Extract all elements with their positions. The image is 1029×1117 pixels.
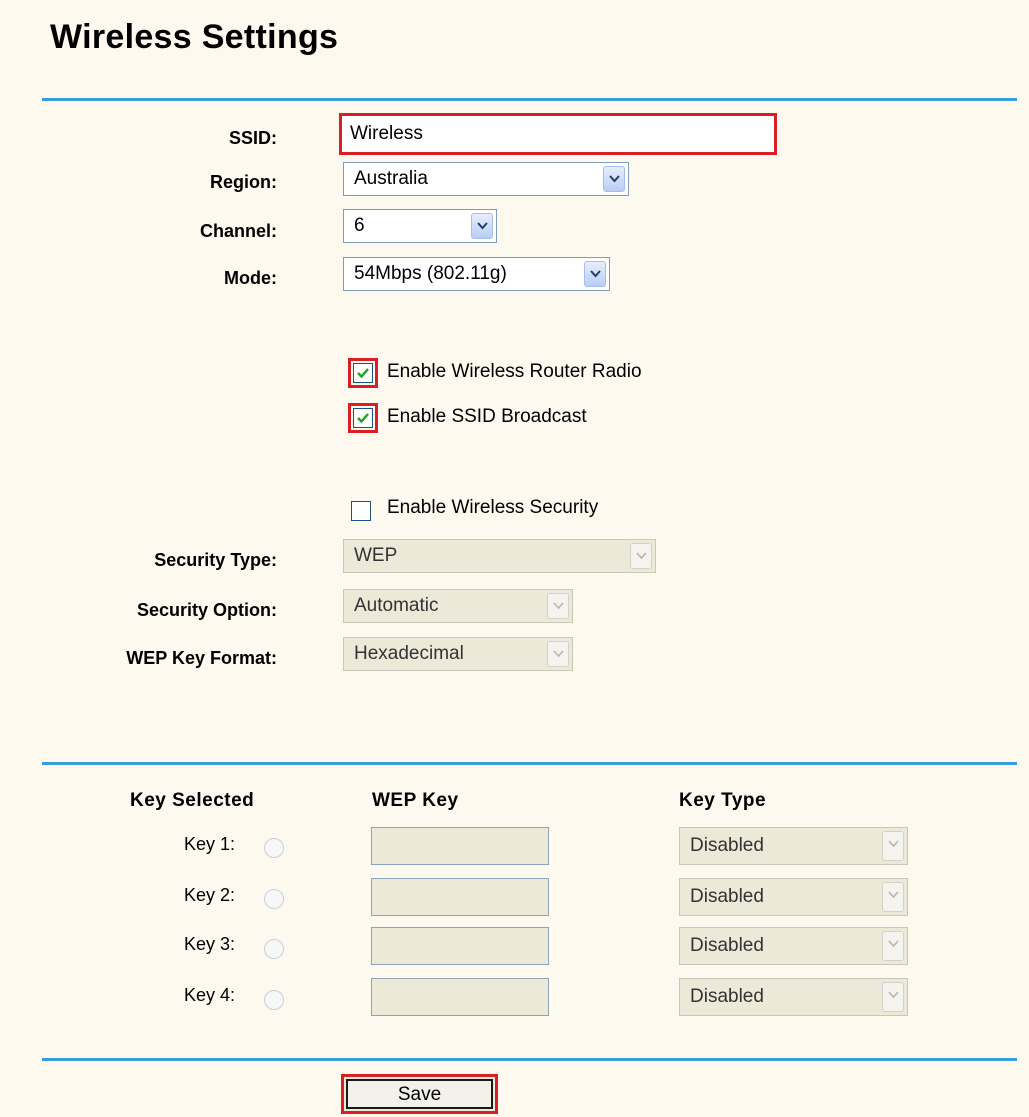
key-4-input[interactable]: [371, 978, 549, 1016]
enable-security-checkbox[interactable]: [351, 501, 371, 521]
chevron-down-icon: [584, 261, 606, 287]
enable-security-label: Enable Wireless Security: [387, 497, 599, 518]
key-type-header: Key Type: [679, 790, 767, 811]
save-button-highlight: Save: [341, 1074, 498, 1114]
key-type-value: Disabled: [690, 886, 764, 907]
region-select[interactable]: Australia: [343, 162, 629, 196]
wep-key-format-label: WEP Key Format:: [126, 648, 277, 668]
key-3-radio[interactable]: [264, 939, 284, 959]
key-label: Key 3:: [184, 934, 236, 954]
region-label: Region:: [210, 172, 277, 192]
security-option-value: Automatic: [354, 595, 439, 616]
enable-ssid-broadcast-checkbox[interactable]: [348, 403, 378, 433]
key-type-value: Disabled: [690, 935, 764, 956]
security-type-value: WEP: [354, 545, 398, 566]
key-label: Key 1:: [184, 834, 236, 854]
security-type-label: Security Type:: [154, 550, 277, 570]
enable-radio-label: Enable Wireless Router Radio: [387, 361, 642, 382]
channel-label: Channel:: [199, 221, 277, 241]
divider: [42, 1058, 1017, 1061]
key-3-type-select[interactable]: Disabled: [679, 927, 908, 965]
wep-key-format-select[interactable]: Hexadecimal: [343, 637, 573, 671]
chevron-down-icon: [547, 593, 569, 619]
wep-key-format-value: Hexadecimal: [354, 643, 464, 664]
ssid-label: SSID:: [228, 128, 277, 148]
chevron-down-icon: [882, 931, 904, 961]
check-icon: [357, 368, 369, 379]
mode-value: 54Mbps (802.11g): [354, 263, 507, 284]
key-1-input[interactable]: [371, 827, 549, 865]
chevron-down-icon: [603, 166, 625, 192]
checkbox: [353, 363, 373, 383]
chevron-down-icon: [630, 543, 652, 569]
security-type-select[interactable]: WEP: [343, 539, 656, 573]
key-2-radio[interactable]: [264, 889, 284, 909]
save-button[interactable]: Save: [346, 1079, 493, 1109]
channel-select[interactable]: 6: [343, 209, 497, 243]
key-1-type-select[interactable]: Disabled: [679, 827, 908, 865]
key-type-value: Disabled: [690, 835, 764, 856]
key-type-value: Disabled: [690, 986, 764, 1007]
security-option-select[interactable]: Automatic: [343, 589, 573, 623]
mode-label: Mode:: [224, 268, 277, 288]
key-2-type-select[interactable]: Disabled: [679, 878, 908, 916]
divider: [42, 762, 1017, 765]
chevron-down-icon: [547, 641, 569, 667]
key-3-input[interactable]: [371, 927, 549, 965]
security-option-label: Security Option:: [136, 600, 277, 620]
key-1-radio[interactable]: [264, 838, 284, 858]
ssid-input[interactable]: Wireless: [339, 113, 777, 155]
chevron-down-icon: [471, 213, 493, 239]
key-4-radio[interactable]: [264, 990, 284, 1010]
mode-select[interactable]: 54Mbps (802.11g): [343, 257, 610, 291]
region-value: Australia: [354, 168, 428, 189]
chevron-down-icon: [882, 882, 904, 912]
check-icon: [357, 413, 369, 424]
chevron-down-icon: [882, 831, 904, 861]
key-4-type-select[interactable]: Disabled: [679, 978, 908, 1016]
checkbox: [353, 408, 373, 428]
ssid-value: Wireless: [350, 123, 423, 144]
page-title: Wireless Settings: [50, 18, 339, 56]
enable-radio-checkbox[interactable]: [348, 358, 378, 388]
key-label: Key 2:: [184, 885, 236, 905]
divider: [42, 98, 1017, 101]
key-selected-header: Key Selected: [130, 790, 255, 811]
enable-ssid-broadcast-label: Enable SSID Broadcast: [387, 406, 587, 427]
chevron-down-icon: [882, 982, 904, 1012]
key-label: Key 4:: [184, 985, 236, 1005]
wep-key-header: WEP Key: [372, 790, 459, 811]
key-2-input[interactable]: [371, 878, 549, 916]
channel-value: 6: [354, 215, 365, 236]
